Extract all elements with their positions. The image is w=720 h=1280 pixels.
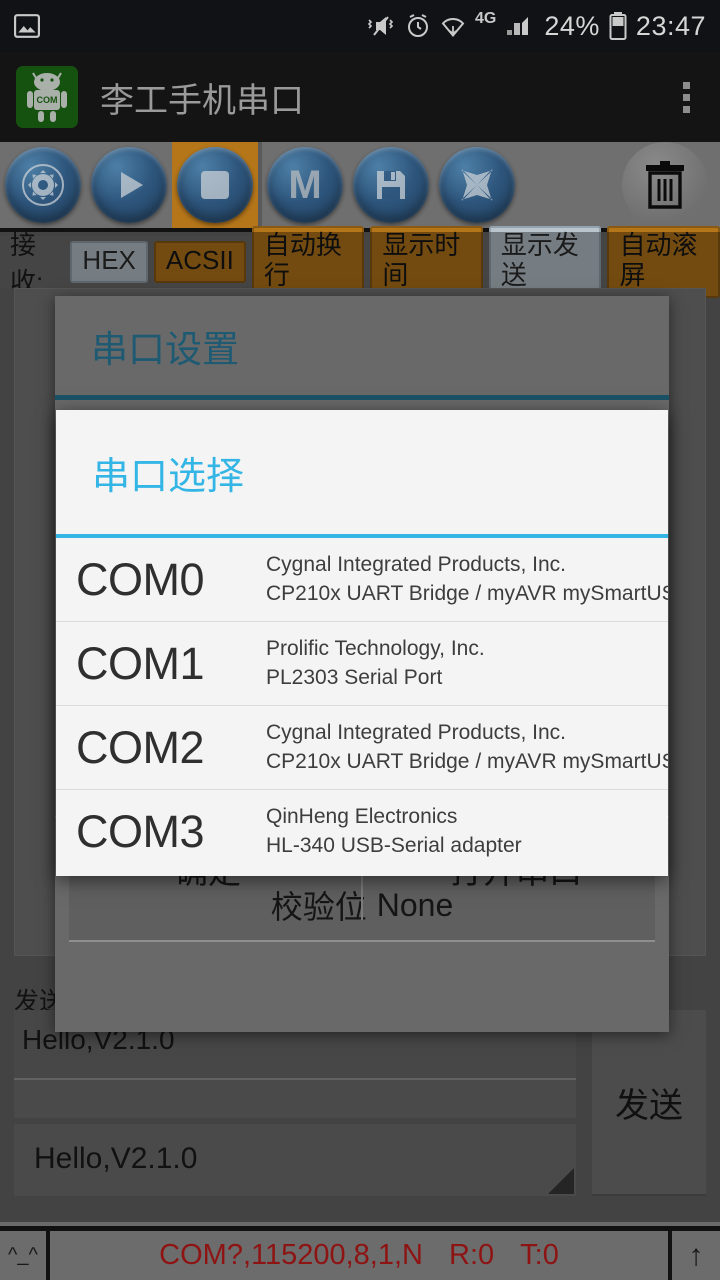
port-description: Prolific Technology, Inc. PL2303 Serial …: [266, 635, 485, 693]
port-vendor: QinHeng Electronics: [266, 805, 458, 829]
overflow-menu-icon[interactable]: [683, 81, 704, 113]
macro-button[interactable]: M: [262, 142, 348, 228]
port-select-dialog: 串口选择 COM0 Cygnal Integrated Products, In…: [56, 410, 668, 876]
gear-icon: [22, 164, 64, 206]
clock-label: 23:47: [635, 10, 706, 41]
connection-status: COM?,115200,8,1,N R:0 T:0: [50, 1239, 668, 1272]
network-type-label: 4G: [475, 10, 497, 27]
stop-button[interactable]: [172, 142, 258, 228]
app-title-bar: COM 李工手机串口: [0, 52, 720, 142]
port-description: Cygnal Integrated Products, Inc. CP210x …: [266, 719, 668, 777]
play-icon: [121, 172, 143, 198]
stop-icon: [201, 171, 229, 199]
save-button[interactable]: [348, 142, 434, 228]
scroll-up-icon[interactable]: ↑: [668, 1231, 720, 1280]
start-button[interactable]: [86, 142, 172, 228]
port-name: COM3: [76, 806, 205, 857]
clear-button[interactable]: [622, 142, 708, 228]
port-product: CP210x UART Bridge / myAVR mySmartUSB li…: [266, 581, 668, 605]
list-item[interactable]: COM3 QinHeng Electronics HL-340 USB-Seri…: [56, 790, 668, 874]
android-status-bar: 4G 24% 23:47: [0, 0, 720, 52]
battery-percent-label: 24%: [544, 10, 600, 41]
action-toolbar: M: [0, 142, 720, 232]
port-name: COM0: [76, 553, 205, 605]
signal-icon: [507, 17, 529, 35]
settings-button[interactable]: [0, 142, 86, 228]
port-product: HL-340 USB-Serial adapter: [266, 834, 522, 857]
bottom-status-bar: ^_^ COM?,115200,8,1,N R:0 T:0 ↑: [0, 1226, 720, 1280]
port-select-title: 串口选择: [56, 410, 668, 538]
battery-icon: [609, 12, 627, 40]
list-item[interactable]: COM2 Cygnal Integrated Products, Inc. CP…: [56, 706, 668, 790]
expand-button[interactable]: [434, 142, 520, 228]
status-bar-indicators: 4G 24% 23:47: [366, 10, 706, 42]
transmitted-count-label: T:0: [520, 1239, 559, 1271]
port-vendor: Cygnal Integrated Products, Inc.: [266, 720, 566, 744]
svg-text:COM: COM: [37, 95, 58, 105]
trash-icon: [646, 161, 684, 209]
received-count-label: R:0: [449, 1239, 495, 1271]
port-description: QinHeng Electronics HL-340 USB-Serial ad…: [266, 803, 522, 861]
port-name: COM2: [76, 721, 205, 773]
port-name: COM1: [76, 637, 205, 689]
image-icon: [14, 14, 40, 38]
floppy-disk-icon: [377, 171, 405, 199]
page-title: 李工手机串口: [100, 81, 304, 120]
list-item[interactable]: COM0 Cygnal Integrated Products, Inc. CP…: [56, 538, 668, 622]
port-vendor: Prolific Technology, Inc.: [266, 636, 485, 660]
port-product: CP210x UART Bridge / myAVR mySmartUSB li…: [266, 749, 668, 773]
serial-settings-title: 串口设置: [55, 296, 669, 400]
port-product: PL2303 Serial Port: [266, 665, 443, 689]
wifi-icon: [441, 17, 465, 38]
port-status-label: COM?,115200,8,1,N: [159, 1239, 423, 1271]
expand-arrows-icon: [461, 169, 493, 201]
app-logo-icon: COM: [16, 66, 78, 128]
letter-m-icon: M: [288, 162, 322, 207]
list-item[interactable]: COM1 Prolific Technology, Inc. PL2303 Se…: [56, 622, 668, 706]
port-vendor: Cygnal Integrated Products, Inc.: [266, 552, 566, 576]
mute-vibrate-icon: [367, 16, 394, 36]
status-bar-notifications: [14, 14, 366, 38]
port-description: Cygnal Integrated Products, Inc. CP210x …: [266, 551, 668, 609]
alarm-icon: [408, 14, 429, 37]
app-screen: 4G 24% 23:47 COM 李工手机串口 M 接收: HEX ACSII …: [0, 0, 720, 1280]
face-indicator[interactable]: ^_^: [0, 1231, 50, 1280]
